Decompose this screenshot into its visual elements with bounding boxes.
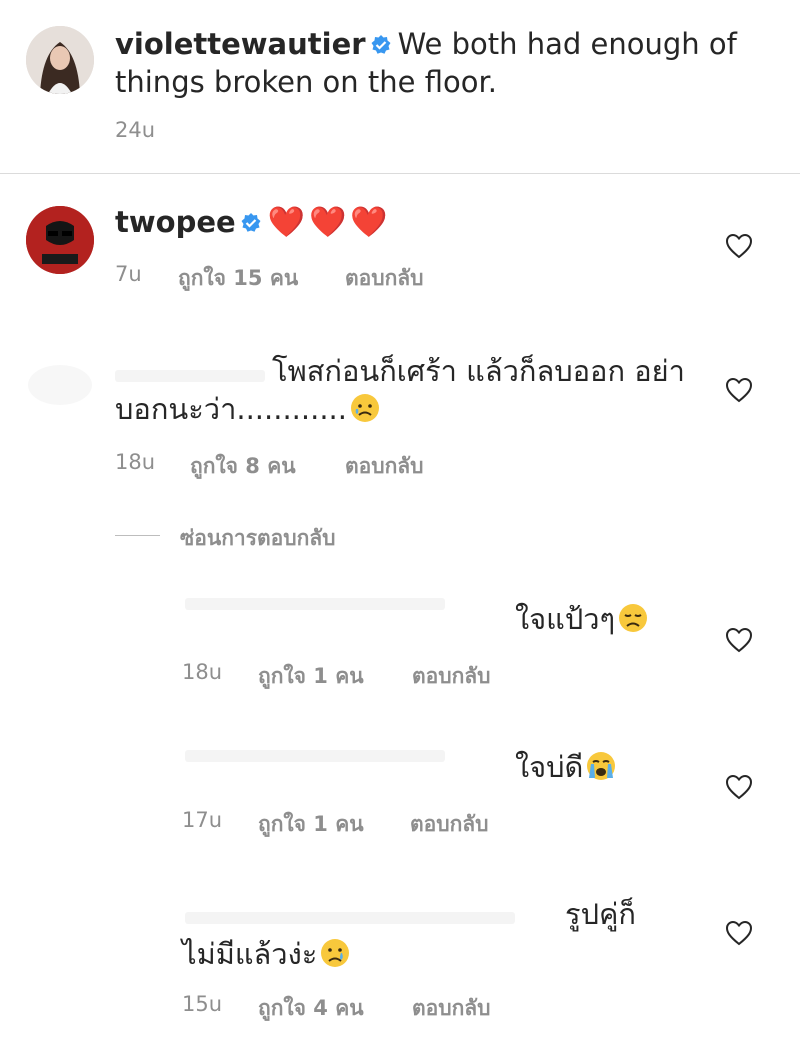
comment-1-likes[interactable]: ถูกใจ 15 คน (178, 262, 298, 295)
obscured-username (185, 750, 445, 762)
reply-1-likes[interactable]: ถูกใจ 1 คน (258, 660, 364, 693)
verified-badge-icon (240, 205, 262, 243)
comment-1-reply-button[interactable]: ตอบกลับ (345, 262, 424, 295)
reply-2-reply-button[interactable]: ตอบกลับ (410, 808, 489, 841)
reply-2-text: ใจบ่ดี (515, 748, 617, 786)
reply-3-line2: ไม่มีแล้วง่ะ (182, 935, 351, 973)
obscured-avatar (28, 365, 92, 405)
comment-1-time: 7u (115, 262, 142, 286)
reply-3-like-heart-icon[interactable] (725, 920, 753, 946)
divider (0, 173, 800, 174)
hide-replies-line (115, 535, 160, 536)
comment-1: twopee ❤️❤️❤️ (115, 203, 392, 243)
comment-1-text: ❤️❤️❤️ (267, 205, 392, 240)
obscured-username (185, 598, 445, 610)
comment-2-line2: บอกนะว่า............ (115, 390, 381, 428)
avatar-twopee[interactable] (26, 206, 94, 274)
reply-1-text: ใจแป้วๆ (515, 600, 649, 638)
comment-2-reply-button[interactable]: ตอบกลับ (345, 450, 424, 483)
sad-tear-face-icon (319, 937, 351, 969)
avatar-violettewautier[interactable] (26, 26, 94, 94)
comment-2-line1: โพสก่อนก็เศร้า แล้วก็ลบออก อย่า (272, 354, 685, 388)
comment-2-line2-text: บอกนะว่า............ (115, 392, 347, 426)
obscured-username (115, 370, 265, 382)
reply-3-reply-button[interactable]: ตอบกลับ (412, 992, 491, 1025)
reply-3-time: 15u (182, 992, 223, 1016)
comment-2-like-heart-icon[interactable] (725, 377, 753, 403)
comment-1-like-heart-icon[interactable] (725, 233, 753, 259)
caption-time: 24u (115, 118, 156, 142)
crying-face-icon (585, 750, 617, 782)
reply-1-text-value: ใจแป้วๆ (515, 602, 616, 636)
hide-replies-button[interactable]: ซ่อนการตอบกลับ (180, 522, 336, 555)
comment-2-likes[interactable]: ถูกใจ 8 คน (190, 450, 296, 483)
disappointed-face-icon (617, 602, 649, 634)
reply-2-likes[interactable]: ถูกใจ 1 คน (258, 808, 364, 841)
reply-1-time: 18u (182, 660, 223, 684)
obscured-username (185, 912, 515, 924)
sad-relieved-face-icon (349, 392, 381, 424)
comment-1-username[interactable]: twopee (115, 205, 236, 239)
reply-3-likes[interactable]: ถูกใจ 4 คน (258, 992, 364, 1025)
comment-2-time: 18u (115, 450, 156, 474)
reply-2-like-heart-icon[interactable] (725, 774, 753, 800)
caption-username[interactable]: violettewautier (115, 27, 366, 61)
reply-3-line2-text: ไม่มีแล้วง่ะ (182, 937, 318, 971)
reply-2-text-value: ใจบ่ดี (515, 750, 584, 784)
reply-1-reply-button[interactable]: ตอบกลับ (412, 660, 491, 693)
reply-1-like-heart-icon[interactable] (725, 627, 753, 653)
reply-3-line1: รูปคู่ก็ (565, 897, 636, 931)
reply-2-time: 17u (182, 808, 223, 832)
post-caption: violettewautier We both had enough of thi… (115, 26, 755, 100)
verified-badge-icon (370, 28, 392, 64)
